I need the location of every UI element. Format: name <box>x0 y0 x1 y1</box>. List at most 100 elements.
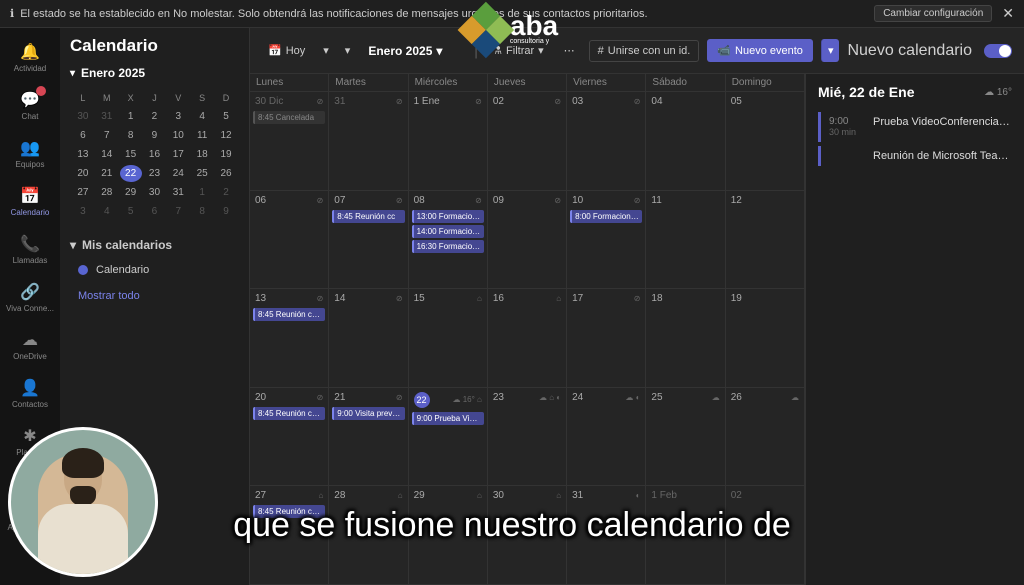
rail-item-llamadas[interactable]: 📞Llamadas <box>0 226 60 272</box>
calendar-cell[interactable]: 19 <box>726 289 805 387</box>
mini-day[interactable]: 29 <box>120 184 142 201</box>
calendar-cell[interactable]: 13⊘8:45 Reunión cc♻ <box>250 289 329 387</box>
rail-item-calendario[interactable]: 📅Calendario <box>0 178 60 224</box>
calendar-cell[interactable]: 07⊘8:45 Reunión cc <box>329 191 408 289</box>
calendar-cell[interactable]: 02⊘ <box>488 92 567 190</box>
mini-day[interactable]: 3 <box>72 203 94 220</box>
mini-day[interactable]: 18 <box>191 146 213 163</box>
calendar-cell[interactable]: 05 <box>726 92 805 190</box>
calendar-cell[interactable]: 08⊘13:00 Formacion T14:00 Formacion T16:… <box>409 191 488 289</box>
mini-day[interactable]: 20 <box>72 165 94 182</box>
rail-item-chat[interactable]: 💬Chat <box>0 82 60 128</box>
mini-day[interactable]: 2 <box>215 184 237 201</box>
mini-day[interactable]: 1 <box>191 184 213 201</box>
calendar-event[interactable]: 9:00 Visita prevent <box>332 407 404 420</box>
mini-day[interactable]: 30 <box>72 108 94 125</box>
calendar-cell[interactable]: 21⊘9:00 Visita prevent <box>329 388 408 486</box>
mini-day[interactable]: 7 <box>167 203 189 220</box>
new-event-button[interactable]: 📹 Nuevo evento <box>707 39 813 62</box>
mini-day[interactable]: 13 <box>72 146 94 163</box>
calendar-cell[interactable]: 03⊘ <box>567 92 646 190</box>
mini-day[interactable]: 5 <box>120 203 142 220</box>
calendar-cell[interactable]: 31⊘ <box>329 92 408 190</box>
rail-item-contactos[interactable]: 👤Contactos <box>0 370 60 416</box>
mini-day[interactable]: 27 <box>72 184 94 201</box>
my-calendars-header[interactable]: ▾ Mis calendarios <box>70 238 239 252</box>
calendar-cell[interactable]: 16⌂ <box>488 289 567 387</box>
new-event-dropdown[interactable]: ▾ <box>821 39 840 62</box>
mini-day[interactable]: 19 <box>215 146 237 163</box>
mini-day[interactable]: 8 <box>191 203 213 220</box>
calendar-event[interactable]: 9:00 Prueba Video <box>412 412 484 425</box>
mini-day[interactable]: 25 <box>191 165 213 182</box>
mini-day[interactable]: 6 <box>72 127 94 144</box>
mini-day[interactable]: 5 <box>215 108 237 125</box>
calendar-cell[interactable]: 14⊘ <box>329 289 408 387</box>
rail-item-onedrive[interactable]: ☁OneDrive <box>0 322 60 368</box>
mini-day[interactable]: 12 <box>215 127 237 144</box>
calendar-cell[interactable]: 09⊘ <box>488 191 567 289</box>
rail-item-actividad[interactable]: 🔔Actividad <box>0 34 60 80</box>
join-with-id-button[interactable]: # Unirse con un id. <box>589 40 700 62</box>
calendar-cell[interactable]: 20⊘8:45 Reunión cc♻ <box>250 388 329 486</box>
calendar-event[interactable]: 8:45 Cancelada <box>253 111 325 124</box>
calendar-cell[interactable]: 24☁ ◐ <box>567 388 646 486</box>
calendar-cell[interactable]: 06⊘ <box>250 191 329 289</box>
calendar-event[interactable]: 8:45 Reunión cc♻ <box>253 407 325 420</box>
calendar-event[interactable]: 14:00 Formacion T <box>412 225 484 238</box>
change-config-button[interactable]: Cambiar configuración <box>874 5 992 22</box>
mini-cal-header[interactable]: ▾ Enero 2025 <box>70 66 239 80</box>
calendar-cell[interactable]: 17⊘ <box>567 289 646 387</box>
rail-item-equipos[interactable]: 👥Equipos <box>0 130 60 176</box>
calendar-cell[interactable]: 04 <box>646 92 725 190</box>
mini-day[interactable]: 14 <box>96 146 118 163</box>
show-all-link[interactable]: Mostrar todo <box>70 280 239 312</box>
today-button[interactable]: 📅 Hoy <box>262 40 311 61</box>
mini-day[interactable]: 3 <box>167 108 189 125</box>
mini-day[interactable]: 1 <box>120 108 142 125</box>
close-notification-icon[interactable]: ✕ <box>1002 5 1014 22</box>
mini-day[interactable]: 26 <box>215 165 237 182</box>
mini-day[interactable]: 31 <box>96 108 118 125</box>
calendar-cell[interactable]: 23☁ ⌂ ◐ <box>488 388 567 486</box>
calendar-entry[interactable]: Calendario <box>70 260 239 280</box>
mini-day[interactable]: 16 <box>144 146 166 163</box>
more-options-button[interactable]: ⋯ <box>558 40 581 61</box>
mini-day[interactable]: 9 <box>144 127 166 144</box>
mini-day[interactable]: 6 <box>144 203 166 220</box>
mini-day[interactable]: 24 <box>167 165 189 182</box>
mini-day[interactable]: 9 <box>215 203 237 220</box>
calendar-cell[interactable]: 25☁ <box>646 388 725 486</box>
calendar-cell[interactable]: 12 <box>726 191 805 289</box>
prev-arrow-button[interactable]: ▾ <box>319 40 333 61</box>
calendar-event[interactable]: 13:00 Formacion T <box>412 210 484 223</box>
month-selector[interactable]: Enero 2025 ▾ <box>362 40 448 62</box>
calendar-cell[interactable]: 22☁ 16° ⌂9:00 Prueba Video <box>409 388 488 486</box>
new-calendar-toggle[interactable] <box>984 44 1012 58</box>
calendar-event[interactable]: 8:00 Formacion Te <box>570 210 642 223</box>
calendar-cell[interactable]: 15⌂ <box>409 289 488 387</box>
calendar-event[interactable]: 8:45 Reunión cc <box>332 210 404 223</box>
calendar-event[interactable]: 16:30 Formacion T <box>412 240 484 253</box>
calendar-cell[interactable]: 30 Dic⊘8:45 Cancelada <box>250 92 329 190</box>
mini-day[interactable]: 10 <box>167 127 189 144</box>
calendar-cell[interactable]: 10⊘8:00 Formacion Te <box>567 191 646 289</box>
mini-day[interactable]: 28 <box>96 184 118 201</box>
mini-day[interactable]: 11 <box>191 127 213 144</box>
rail-item-viva conne...[interactable]: 🔗Viva Conne... <box>0 274 60 320</box>
mini-day[interactable]: 7 <box>96 127 118 144</box>
mini-day[interactable]: 4 <box>191 108 213 125</box>
mini-day[interactable]: 23 <box>144 165 166 182</box>
mini-day[interactable]: 15 <box>120 146 142 163</box>
calendar-cell[interactable]: 18 <box>646 289 725 387</box>
mini-day[interactable]: 31 <box>167 184 189 201</box>
detail-event[interactable]: 9:0030 minPrueba VideoConferencia Sal... <box>818 112 1012 142</box>
mini-day[interactable]: 30 <box>144 184 166 201</box>
calendar-cell[interactable]: 11 <box>646 191 725 289</box>
next-arrow-button[interactable]: ▾ <box>341 40 355 61</box>
mini-day[interactable]: 4 <box>96 203 118 220</box>
mini-day[interactable]: 22 <box>120 165 142 182</box>
calendar-event[interactable]: 8:45 Reunión cc♻ <box>253 308 325 321</box>
detail-event[interactable]: Reunión de Microsoft Teams <box>818 146 1012 166</box>
mini-day[interactable]: 8 <box>120 127 142 144</box>
